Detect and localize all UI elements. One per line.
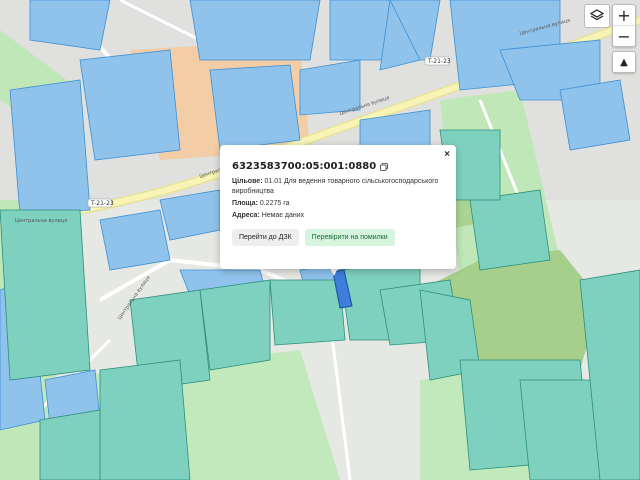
compass-icon: ▲: [620, 56, 628, 68]
layers-icon: [590, 9, 604, 21]
zoom-out-button[interactable]: −: [613, 25, 635, 46]
purpose-value: 01.01 Для ведення товарного сільськогосп…: [232, 178, 439, 195]
close-popup-button[interactable]: ×: [444, 149, 450, 160]
purpose-row: Цільове: 01.01 Для ведення товарного сіл…: [232, 177, 444, 197]
route-shield: T-21-23: [424, 56, 451, 66]
compass-control: ▲: [612, 51, 636, 73]
map-controls: + − ▲: [612, 4, 636, 73]
area-label: Площа:: [232, 200, 258, 207]
go-to-dzk-button[interactable]: Перейти до ДЗК: [232, 229, 299, 246]
cadastral-number: 6323583700:05:001:0880: [232, 161, 377, 172]
svg-text:T-21-23: T-21-23: [427, 58, 451, 65]
copy-icon[interactable]: [380, 162, 389, 171]
address-value: Немає даних: [261, 212, 305, 219]
address-row: Адреса: Немає даних: [232, 211, 444, 221]
layers-button[interactable]: [584, 4, 610, 28]
zoom-in-button[interactable]: +: [613, 5, 635, 25]
popup-actions: Перейти до ДЗК Перевірити на помилки: [232, 229, 444, 246]
svg-text:T-21-23: T-21-23: [90, 200, 114, 207]
zoom-controls: + −: [612, 4, 636, 47]
purpose-label: Цільове:: [232, 178, 263, 185]
parcel-popup: × 6323583700:05:001:0880 Цільове: 01.01 …: [220, 145, 456, 269]
popup-title: 6323583700:05:001:0880: [232, 161, 444, 172]
address-label: Адреса:: [232, 212, 260, 219]
road-label: Центральна вулиця: [15, 218, 67, 224]
route-shield: T-21-23: [87, 198, 114, 208]
area-value: 0.2275 га: [259, 200, 290, 207]
check-errors-button[interactable]: Перевірити на помилки: [304, 229, 395, 246]
compass-button[interactable]: ▲: [613, 52, 635, 72]
area-row: Площа: 0.2275 га: [232, 199, 444, 209]
